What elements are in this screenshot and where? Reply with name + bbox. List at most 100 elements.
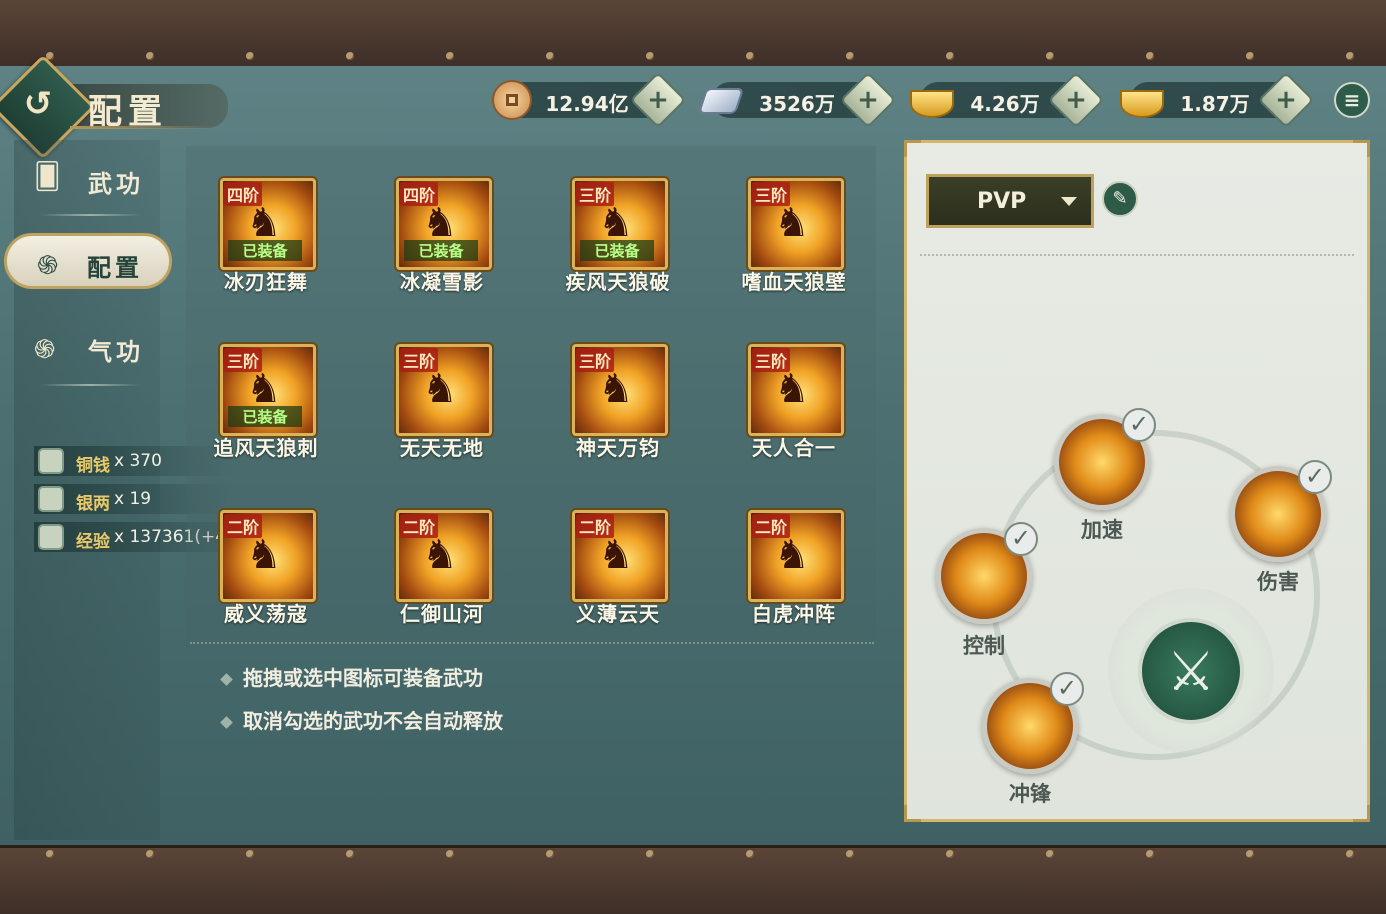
skill-name: 嗜血天狼壁 xyxy=(741,270,847,294)
spear-icon: ⚔ xyxy=(1138,618,1244,724)
equipped-badge: 已装备 xyxy=(404,240,478,261)
skill-card[interactable]: 二阶 ♞ 仁御山河 xyxy=(382,510,502,640)
currency-value: 12.94亿 xyxy=(545,92,629,116)
currency-gold-a: 4.26万 + xyxy=(910,71,1105,129)
equipped-badge: 已装备 xyxy=(580,240,654,261)
currency-copper: 12.94亿 + xyxy=(492,71,687,129)
corner-ornament xyxy=(1353,805,1370,822)
skill-card[interactable]: 四阶 ♞ 已装备 冰凝雪影 xyxy=(382,178,502,308)
slot-control[interactable]: ✓ 控制 xyxy=(936,522,1040,658)
exp-icon xyxy=(38,524,64,550)
equipped-badge: 已装备 xyxy=(228,406,302,427)
skill-name: 神天万钧 xyxy=(576,436,660,460)
sidebar-item-martial-arts[interactable]: 🂠 武功 xyxy=(20,152,170,202)
tip-line: 拖拽或选中图标可装备武功 xyxy=(220,662,483,691)
skill-name: 疾风天狼破 xyxy=(565,270,671,294)
sidebar-item-config[interactable]: ֍ 配置 xyxy=(4,233,172,289)
resource-value: x 370 xyxy=(114,451,162,471)
plus-icon: + xyxy=(857,85,879,115)
skill-name: 义薄云天 xyxy=(576,602,660,626)
skill-name: 威义荡寇 xyxy=(224,602,308,626)
skill-name: 追风天狼刺 xyxy=(213,436,319,460)
skill-card[interactable]: 二阶 ♞ 白虎冲阵 xyxy=(734,510,854,640)
divider xyxy=(190,642,874,644)
skill-name: 无天无地 xyxy=(400,436,484,460)
sidebar-item-label: 气功 xyxy=(88,338,144,366)
equipped-badge: 已装备 xyxy=(228,240,302,261)
currency-value: 1.87万 xyxy=(1180,92,1250,116)
slot-label: 加速 xyxy=(1081,518,1123,542)
check-icon[interactable]: ✓ xyxy=(1298,460,1332,494)
skill-card[interactable]: 三阶 ♞ 嗜血天狼壁 xyxy=(734,178,854,308)
currency-value: 4.26万 xyxy=(970,92,1040,116)
plus-icon: + xyxy=(1065,85,1087,115)
currency-gold-b: 1.87万 + xyxy=(1120,71,1315,129)
skill-card[interactable]: 三阶 ♞ 已装备 追风天狼刺 xyxy=(206,344,326,474)
mode-selected-value: PVP xyxy=(977,189,1027,214)
skill-card[interactable]: 三阶 ♞ 无天无地 xyxy=(382,344,502,474)
copper-coin-icon xyxy=(492,80,532,120)
warrior-figure-icon: ♞ xyxy=(246,532,282,578)
warrior-figure-icon: ♞ xyxy=(598,366,634,412)
warrior-figure-icon: ♞ xyxy=(422,366,458,412)
resource-label: 铜钱 xyxy=(76,456,110,476)
bottom-studs xyxy=(0,850,1386,860)
attack-button[interactable]: ⚔ xyxy=(1108,588,1274,754)
panel-divider xyxy=(920,254,1354,256)
slot-charge[interactable]: ✓ 冲锋 xyxy=(982,672,1086,806)
warrior-figure-icon: ♞ xyxy=(774,532,810,578)
chevron-down-icon xyxy=(1061,197,1077,206)
tip-text: 取消勾选的武功不会自动释放 xyxy=(243,709,503,733)
bullet-diamond-icon xyxy=(220,716,233,729)
sidebar-item-label: 武功 xyxy=(88,170,144,198)
slot-label: 控制 xyxy=(963,634,1005,658)
slot-label: 冲锋 xyxy=(1009,782,1051,806)
skill-name: 冰刃狂舞 xyxy=(224,270,308,294)
swirl-icon: ֍ xyxy=(37,251,59,281)
sidebar-divider xyxy=(40,384,140,386)
warrior-figure-icon: ♞ xyxy=(774,200,810,246)
skill-card[interactable]: 三阶 ♞ 已装备 疾风天狼破 xyxy=(558,178,678,308)
check-icon[interactable]: ✓ xyxy=(1004,522,1038,556)
gold-ingot-icon xyxy=(910,90,954,118)
check-icon[interactable]: ✓ xyxy=(1050,672,1084,706)
slot-speed[interactable]: ✓ 加速 xyxy=(1054,408,1158,542)
skill-card[interactable]: 四阶 ♞ 已装备 冰刃狂舞 xyxy=(206,178,326,308)
skill-name: 仁御山河 xyxy=(400,602,484,626)
gold-ingot-icon xyxy=(1120,90,1164,118)
sidebar-divider xyxy=(40,214,140,216)
slot-damage[interactable]: ✓ 伤害 xyxy=(1230,460,1334,594)
tip-line: 取消勾选的武功不会自动释放 xyxy=(220,705,503,734)
corner-ornament xyxy=(1353,140,1370,157)
copper-coin-icon xyxy=(38,448,64,474)
plus-icon: + xyxy=(647,85,669,115)
skill-card[interactable]: 三阶 ♞ 神天万钧 xyxy=(558,344,678,474)
sidebar-item-qigong[interactable]: ֍ 气功 xyxy=(20,320,170,370)
check-icon[interactable]: ✓ xyxy=(1122,408,1156,442)
mode-dropdown[interactable]: PVP xyxy=(926,174,1094,228)
skill-name: 天人合一 xyxy=(752,436,836,460)
martial-arts-cards-icon: 🂠 xyxy=(34,162,61,192)
slot-label: 伤害 xyxy=(1257,570,1299,594)
skill-card[interactable]: 二阶 ♞ 威义荡寇 xyxy=(206,510,326,640)
swirl-icon: ֍ xyxy=(34,335,56,365)
back-arrow-icon[interactable]: ↺ xyxy=(20,86,56,122)
warrior-figure-icon: ♞ xyxy=(422,532,458,578)
edit-icon[interactable]: ✎ xyxy=(1102,181,1138,217)
skill-name: 白虎冲阵 xyxy=(752,602,836,626)
currency-silver: 3526万 + xyxy=(697,71,897,129)
top-studs xyxy=(0,52,1386,62)
corner-ornament xyxy=(904,140,921,157)
skill-name: 冰凝雪影 xyxy=(400,270,484,294)
warrior-figure-icon: ♞ xyxy=(774,366,810,412)
tip-text: 拖拽或选中图标可装备武功 xyxy=(243,666,483,690)
menu-list-icon[interactable]: ≡ xyxy=(1334,82,1370,118)
skill-card[interactable]: 二阶 ♞ 义薄云天 xyxy=(558,510,678,640)
resource-value: x 19 xyxy=(114,489,152,509)
silver-ingot-icon xyxy=(697,88,745,114)
skill-card[interactable]: 三阶 ♞ 天人合一 xyxy=(734,344,854,474)
silver-ingot-icon xyxy=(38,486,64,512)
sidebar-item-label: 配置 xyxy=(87,254,143,282)
plus-icon: + xyxy=(1275,85,1297,115)
title-underline xyxy=(70,126,220,129)
